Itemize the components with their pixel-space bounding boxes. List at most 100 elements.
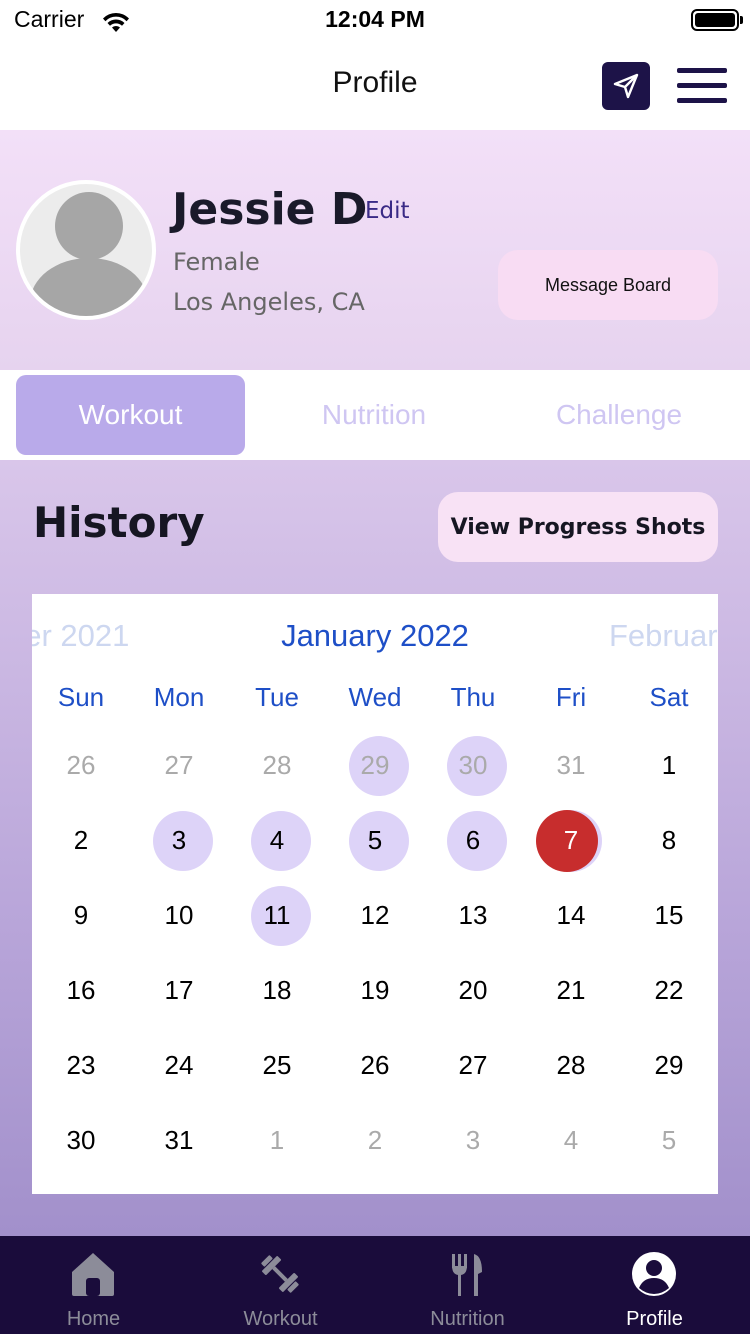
calendar-day[interactable]: 13 <box>424 878 522 953</box>
calendar-day-number: 14 <box>556 900 586 930</box>
calendar-day[interactable]: 3 <box>424 1103 522 1178</box>
calendar-day[interactable]: 1 <box>620 728 718 803</box>
tab-challenge[interactable]: Challenge <box>505 375 733 455</box>
calendar-day[interactable]: 24 <box>130 1028 228 1103</box>
calendar-day[interactable]: 16 <box>32 953 130 1028</box>
calendar-day[interactable]: 26 <box>32 728 130 803</box>
calendar-day[interactable]: 29 <box>326 728 424 803</box>
menu-line-icon <box>677 68 727 73</box>
calendar-day[interactable]: 4 <box>228 803 326 878</box>
calendar-day-number: 11 <box>263 900 291 930</box>
avatar[interactable] <box>16 180 156 320</box>
calendar-day[interactable]: 7 <box>522 803 620 878</box>
calendar-day[interactable]: 2 <box>32 803 130 878</box>
view-progress-shots-button[interactable]: View Progress Shots <box>438 492 718 562</box>
calendar-day[interactable]: 14 <box>522 878 620 953</box>
calendar-day[interactable]: 2 <box>326 1103 424 1178</box>
edit-profile-link[interactable]: Edit <box>365 198 410 224</box>
calendar-day[interactable]: 3 <box>130 803 228 878</box>
bottom-tab-bar: Home Workout Nutrition Profile <box>0 1236 750 1334</box>
message-board-button[interactable]: Message Board <box>498 250 718 320</box>
send-button[interactable] <box>602 62 650 110</box>
calendar-day[interactable]: 28 <box>228 728 326 803</box>
calendar-day[interactable]: 20 <box>424 953 522 1028</box>
calendar-day[interactable]: 19 <box>326 953 424 1028</box>
calendar-day-number: 4 <box>563 1125 579 1155</box>
profile-location: Los Angeles, CA <box>173 288 365 316</box>
status-bar: Carrier 12:04 PM <box>0 0 750 40</box>
calendar-day[interactable]: 6 <box>424 803 522 878</box>
calendar-day-number: 28 <box>556 1050 586 1080</box>
bottom-tab-nutrition[interactable]: Nutrition <box>374 1236 561 1334</box>
calendar-day[interactable]: 21 <box>522 953 620 1028</box>
tab-nutrition[interactable]: Nutrition <box>260 375 488 455</box>
calendar-day[interactable]: 17 <box>130 953 228 1028</box>
weekday-label: Wed <box>348 682 402 712</box>
calendar-day[interactable]: 5 <box>620 1103 718 1178</box>
calendar-day[interactable]: 22 <box>620 953 718 1028</box>
calendar-day[interactable]: 1 <box>228 1103 326 1178</box>
profile-name: Jessie D <box>172 184 368 235</box>
profile-gender: Female <box>173 248 260 276</box>
calendar-day-number: 13 <box>458 900 488 930</box>
avatar-placeholder-body <box>30 258 148 316</box>
calendar-day[interactable]: 12 <box>326 878 424 953</box>
calendar-day[interactable]: 11 <box>228 878 326 953</box>
calendar: ber 2021 January 2022 Februar SunMonTueW… <box>32 594 718 1194</box>
calendar-day[interactable]: 23 <box>32 1028 130 1103</box>
calendar-day-number: 3 <box>465 1125 481 1155</box>
calendar-day[interactable]: 27 <box>130 728 228 803</box>
calendar-day[interactable]: 18 <box>228 953 326 1028</box>
calendar-day-number: 2 <box>367 1125 383 1155</box>
hamburger-menu-button[interactable] <box>677 68 727 104</box>
calendar-day-number: 31 <box>556 750 586 780</box>
calendar-day[interactable]: 27 <box>424 1028 522 1103</box>
calendar-day-number: 25 <box>262 1050 292 1080</box>
calendar-day[interactable]: 31 <box>130 1103 228 1178</box>
calendar-day-number: 29 <box>654 1050 684 1080</box>
calendar-day[interactable]: 25 <box>228 1028 326 1103</box>
calendar-day-number: 26 <box>360 1050 390 1080</box>
tab-workout[interactable]: Workout <box>16 375 245 455</box>
calendar-day[interactable]: 28 <box>522 1028 620 1103</box>
calendar-day-number: 24 <box>164 1050 194 1080</box>
weekday-label: Sun <box>57 682 105 712</box>
calendar-day[interactable]: 15 <box>620 878 718 953</box>
next-month-label[interactable]: Februar <box>609 618 718 654</box>
bottom-tab-label: Workout <box>243 1308 318 1330</box>
weekday-label: Thu <box>450 682 496 712</box>
calendar-day-number: 12 <box>360 900 390 930</box>
calendar-day[interactable]: 29 <box>620 1028 718 1103</box>
calendar-day-number: 5 <box>661 1125 677 1155</box>
bottom-tab-label: Nutrition <box>430 1308 505 1330</box>
section-tabs: Workout Nutrition Challenge <box>0 370 750 460</box>
bottom-tab-workout[interactable]: Workout <box>187 1236 374 1334</box>
calendar-day-number: 10 <box>164 900 194 930</box>
calendar-day-number: 19 <box>360 975 390 1005</box>
calendar-day-number: 17 <box>164 975 194 1005</box>
calendar-day-number: 7 <box>563 825 579 855</box>
calendar-day[interactable]: 30 <box>32 1103 130 1178</box>
paper-plane-icon <box>613 73 639 99</box>
calendar-day-number: 23 <box>66 1050 96 1080</box>
calendar-day[interactable]: 26 <box>326 1028 424 1103</box>
calendar-day[interactable]: 4 <box>522 1103 620 1178</box>
calendar-day[interactable]: 8 <box>620 803 718 878</box>
calendar-day[interactable]: 30 <box>424 728 522 803</box>
calendar-day-number: 2 <box>73 825 89 855</box>
calendar-day-number: 1 <box>269 1125 285 1155</box>
calendar-day-number: 29 <box>360 750 390 780</box>
calendar-day[interactable]: 9 <box>32 878 130 953</box>
calendar-day[interactable]: 10 <box>130 878 228 953</box>
calendar-day[interactable]: 5 <box>326 803 424 878</box>
calendar-day-number: 22 <box>654 975 684 1005</box>
calendar-day[interactable]: 31 <box>522 728 620 803</box>
bottom-tab-home[interactable]: Home <box>0 1236 187 1334</box>
battery-icon <box>691 9 743 31</box>
weekday-label: Tue <box>255 682 299 712</box>
bottom-tab-profile[interactable]: Profile <box>561 1236 748 1334</box>
weekday-label: Fri <box>555 682 587 712</box>
history-section: History View Progress Shots ber 2021 Jan… <box>0 460 750 1236</box>
bottom-tab-label: Profile <box>626 1308 683 1330</box>
calendar-day-number: 3 <box>171 825 187 855</box>
